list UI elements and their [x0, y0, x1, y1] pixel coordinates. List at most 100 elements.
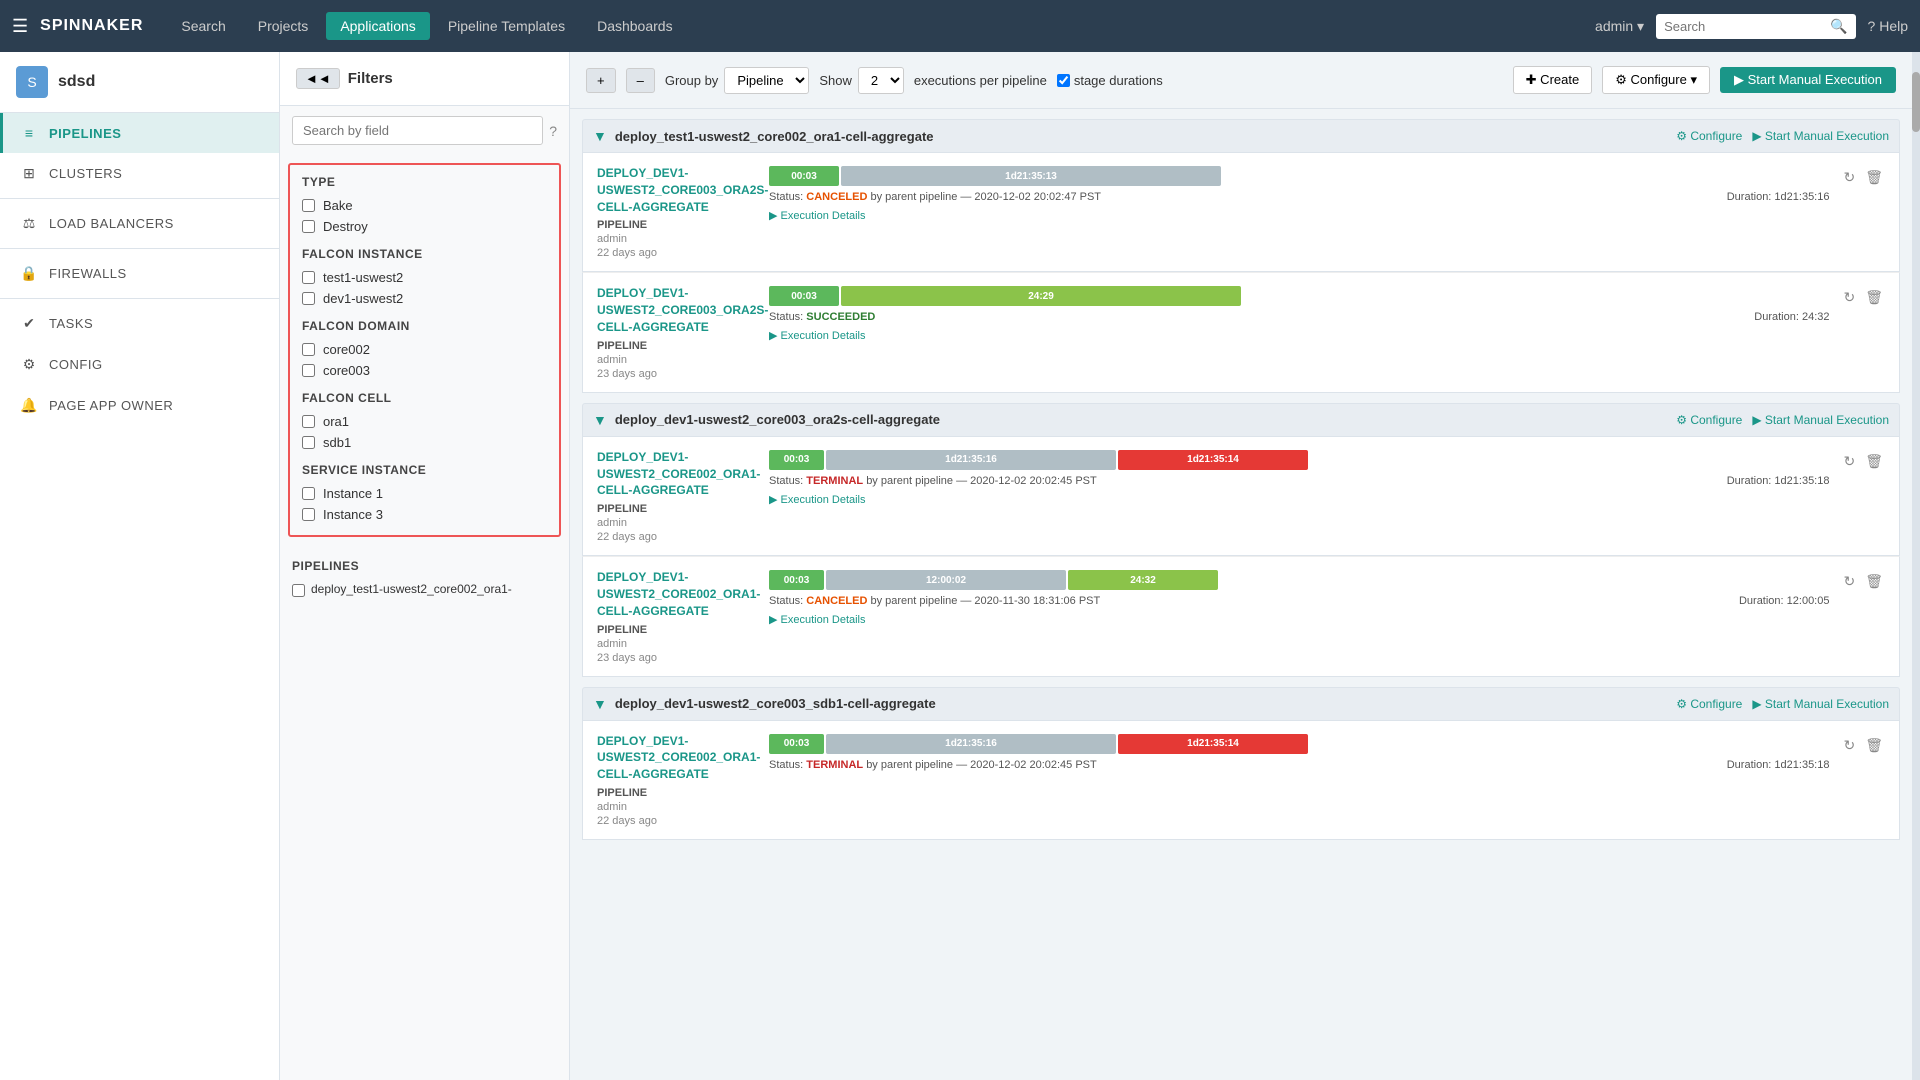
retry-button-2-1[interactable]: ↻ — [1841, 451, 1857, 472]
nav-applications[interactable]: Applications — [326, 12, 430, 40]
execution-link-1-1[interactable]: DEPLOY_DEV1-USWEST2_CORE003_ORA2S-CELL-A… — [597, 166, 768, 214]
scrollbar[interactable] — [1912, 52, 1920, 1080]
exec-details-link-2-1[interactable]: ▶ Execution Details — [769, 493, 866, 506]
group-configure-link-3[interactable]: ⚙ Configure — [1676, 697, 1742, 711]
sidebar-item-pipelines[interactable]: ≡ PIPELINES — [0, 113, 279, 153]
bar-row-2-2: 00:03 12:00:02 24:32 — [769, 569, 1829, 591]
filter-instance-3-checkbox[interactable] — [302, 508, 315, 521]
create-button[interactable]: ✚ Create — [1513, 66, 1593, 94]
status-detail-3-1: by parent pipeline — 2020-12-02 20:02:45… — [866, 759, 1097, 771]
content-area: ◄◄ Filters ? TYPE Bake Destroy FALCON IN… — [280, 52, 1920, 1080]
filter-ora1-checkbox[interactable] — [302, 415, 315, 428]
filter-instance-3-label: Instance 3 — [323, 507, 383, 522]
group-start-link-1[interactable]: ▶ Start Manual Execution — [1752, 129, 1889, 143]
group-configure-link-1[interactable]: ⚙ Configure — [1676, 129, 1742, 143]
group-toggle-1[interactable]: ▼ — [593, 128, 607, 144]
stage-durations-container: stage durations — [1057, 73, 1163, 88]
filter-bake-checkbox[interactable] — [302, 199, 315, 212]
nav-dashboards[interactable]: Dashboards — [583, 12, 687, 40]
nav-projects[interactable]: Projects — [244, 12, 323, 40]
nav-right: admin ▾ 🔍 ? Help — [1595, 14, 1908, 39]
group-start-link-3[interactable]: ▶ Start Manual Execution — [1752, 697, 1889, 711]
sidebar-item-clusters[interactable]: ⊞ CLUSTERS — [0, 153, 279, 194]
execution-link-1-2[interactable]: DEPLOY_DEV1-USWEST2_CORE003_ORA2S-CELL-A… — [597, 286, 768, 334]
remove-execution-button[interactable]: – — [626, 68, 655, 93]
retry-button-2-2[interactable]: ↻ — [1841, 571, 1857, 592]
collapse-filters-button[interactable]: ◄◄ — [296, 68, 340, 89]
exec-details-link-2-2[interactable]: ▶ Execution Details — [769, 613, 866, 626]
start-manual-execution-button[interactable]: ▶ Start Manual Execution — [1720, 67, 1896, 93]
retry-button-3-1[interactable]: ↻ — [1841, 735, 1857, 756]
nav-search-input[interactable] — [1664, 19, 1824, 34]
group-start-link-2[interactable]: ▶ Start Manual Execution — [1752, 413, 1889, 427]
admin-menu[interactable]: admin ▾ — [1595, 18, 1644, 35]
filter-core003[interactable]: core003 — [302, 360, 547, 381]
pipeline-filter-checkbox-1[interactable] — [292, 584, 305, 597]
delete-button-2-2[interactable]: 🗑 — [1863, 571, 1885, 592]
filter-core003-checkbox[interactable] — [302, 364, 315, 377]
retry-button-1-1[interactable]: ↻ — [1841, 167, 1857, 188]
delete-button-2-1[interactable]: 🗑 — [1863, 451, 1885, 472]
execution-row-1-2: DEPLOY_DEV1-USWEST2_CORE003_ORA2S-CELL-A… — [597, 285, 1885, 379]
filter-dev1-uswest2-checkbox[interactable] — [302, 292, 315, 305]
sidebar-item-tasks[interactable]: ✔ TASKS — [0, 303, 279, 344]
sidebar-item-firewalls[interactable]: 🔒 FIREWALLS — [0, 253, 279, 294]
top-nav: ☰ SPINNAKER Search Projects Applications… — [0, 0, 1920, 52]
configure-button[interactable]: ⚙ Configure ▾ — [1602, 66, 1710, 94]
exec-status-1-1: Status: CANCELED by parent pipeline — 20… — [769, 191, 1101, 203]
filter-instance-1-checkbox[interactable] — [302, 487, 315, 500]
execution-link-2-2[interactable]: DEPLOY_DEV1-USWEST2_CORE002_ORA1-CELL-AG… — [597, 570, 760, 618]
sidebar-item-config[interactable]: ⚙ CONFIG — [0, 344, 279, 385]
status-word-2-1: TERMINAL — [806, 475, 863, 487]
sidebar-item-page-app-owner[interactable]: 🔔 PAGE APP OWNER — [0, 385, 279, 426]
nav-search-icon: 🔍 — [1830, 18, 1847, 35]
search-help-icon[interactable]: ? — [549, 123, 557, 139]
show-count-select[interactable]: 2 — [858, 67, 904, 94]
page-app-owner-icon: 🔔 — [19, 397, 39, 414]
search-by-field-input[interactable] — [292, 116, 543, 145]
exec-details-link-1-2[interactable]: ▶ Execution Details — [769, 329, 866, 342]
group-configure-link-2[interactable]: ⚙ Configure — [1676, 413, 1742, 427]
retry-button-1-2[interactable]: ↻ — [1841, 287, 1857, 308]
execution-link-3-1[interactable]: DEPLOY_DEV1-USWEST2_CORE002_ORA1-CELL-AG… — [597, 734, 760, 782]
filter-dev1-uswest2[interactable]: dev1-uswest2 — [302, 288, 547, 309]
group-toggle-2[interactable]: ▼ — [593, 412, 607, 428]
filter-core002-checkbox[interactable] — [302, 343, 315, 356]
execution-link-2-1[interactable]: DEPLOY_DEV1-USWEST2_CORE002_ORA1-CELL-AG… — [597, 450, 760, 498]
delete-button-1-2[interactable]: 🗑 — [1863, 287, 1885, 308]
status-row-3-1: Status: TERMINAL by parent pipeline — 20… — [769, 759, 1829, 773]
scrollbar-thumb[interactable] — [1912, 72, 1920, 132]
filter-ora1[interactable]: ora1 — [302, 411, 547, 432]
filter-sdb1[interactable]: sdb1 — [302, 432, 547, 453]
filter-instance-3[interactable]: Instance 3 — [302, 504, 547, 525]
filter-test1-uswest2[interactable]: test1-uswest2 — [302, 267, 547, 288]
help-link[interactable]: ? Help — [1868, 18, 1908, 34]
bar-2-2-1: 12:00:02 — [826, 570, 1066, 590]
nav-pipeline-templates[interactable]: Pipeline Templates — [434, 12, 579, 40]
add-execution-button[interactable]: + — [586, 68, 616, 93]
exec-details-link-1-1[interactable]: ▶ Execution Details — [769, 209, 866, 222]
stage-durations-checkbox[interactable] — [1057, 74, 1070, 87]
nav-search-box: 🔍 — [1656, 14, 1855, 39]
filters-header: ◄◄ Filters — [280, 52, 569, 106]
delete-button-3-1[interactable]: 🗑 — [1863, 735, 1885, 756]
sidebar-item-load-balancers[interactable]: ⚖ LOAD BALANCERS — [0, 203, 279, 244]
group-toggle-3[interactable]: ▼ — [593, 696, 607, 712]
pipeline-group-header-1: ▼ deploy_test1-uswest2_core002_ora1-cell… — [582, 119, 1900, 153]
filter-instance-1[interactable]: Instance 1 — [302, 483, 547, 504]
filter-sdb1-checkbox[interactable] — [302, 436, 315, 449]
group-by-select[interactable]: Pipeline — [724, 67, 809, 94]
filter-test1-uswest2-checkbox[interactable] — [302, 271, 315, 284]
filter-core002[interactable]: core002 — [302, 339, 547, 360]
bar-2-1-0: 00:03 — [769, 450, 824, 470]
execution-time-2-2: 23 days ago — [597, 652, 757, 664]
delete-button-1-1[interactable]: 🗑 — [1863, 167, 1885, 188]
nav-search[interactable]: Search — [167, 12, 239, 40]
bar-1-2-1: 24:29 — [841, 286, 1241, 306]
pipeline-label-2-2: PIPELINE — [597, 624, 757, 636]
filter-bake[interactable]: Bake — [302, 195, 547, 216]
filter-destroy[interactable]: Destroy — [302, 216, 547, 237]
menu-icon[interactable]: ☰ — [12, 16, 28, 37]
pipeline-filter-item-1[interactable]: deploy_test1-uswest2_core002_ora1- — [292, 579, 557, 600]
filter-destroy-checkbox[interactable] — [302, 220, 315, 233]
